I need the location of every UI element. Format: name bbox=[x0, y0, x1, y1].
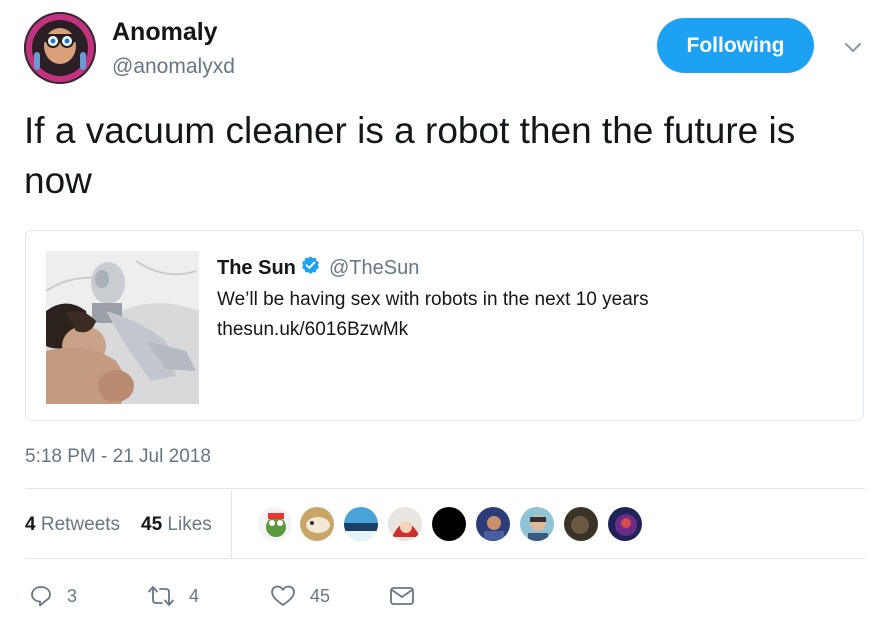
quoted-author-name[interactable]: The Sun bbox=[217, 257, 296, 280]
envelope-icon bbox=[390, 587, 414, 605]
verified-badge-icon bbox=[300, 255, 321, 276]
liker-avatar[interactable] bbox=[431, 506, 467, 542]
quoted-tweet-image bbox=[46, 251, 199, 404]
liker-avatar[interactable] bbox=[563, 506, 599, 542]
retweet-button[interactable]: 4 bbox=[147, 584, 199, 608]
quoted-tweet-card[interactable]: The Sun @TheSun We’ll be having sex with… bbox=[25, 230, 864, 421]
following-button[interactable]: Following bbox=[657, 18, 814, 73]
divider bbox=[25, 488, 865, 489]
liker-avatar[interactable] bbox=[519, 506, 555, 542]
tweet-timestamp[interactable]: 5:18 PM - 21 Jul 2018 bbox=[25, 446, 211, 468]
divider bbox=[25, 558, 865, 559]
quoted-tweet-link[interactable]: thesun.uk/6016BzwMk bbox=[217, 319, 408, 341]
quoted-author-handle[interactable]: @TheSun bbox=[329, 257, 419, 280]
retweets-label: Retweets bbox=[40, 514, 121, 535]
tweet-text: If a vacuum cleaner is a robot then the … bbox=[24, 110, 796, 201]
tweet-stats: 4 Retweets 45 Likes bbox=[25, 490, 865, 558]
likes-count: 45 bbox=[141, 514, 163, 535]
author-name[interactable]: Anomaly bbox=[112, 18, 218, 47]
liker-avatar[interactable] bbox=[387, 506, 423, 542]
liker-avatar[interactable] bbox=[475, 506, 511, 542]
reply-count: 3 bbox=[67, 585, 78, 606]
retweets-count: 4 bbox=[25, 514, 36, 535]
retweets-stat[interactable]: 4 Retweets bbox=[25, 514, 120, 536]
liker-avatar[interactable] bbox=[343, 506, 379, 542]
like-button[interactable]: 45 bbox=[270, 584, 330, 608]
reply-icon bbox=[31, 586, 51, 607]
chevron-down-icon[interactable] bbox=[842, 36, 864, 58]
heart-icon bbox=[271, 585, 295, 606]
retweet-count: 4 bbox=[189, 585, 200, 606]
retweet-icon bbox=[148, 586, 174, 606]
likes-stat[interactable]: 45 Likes bbox=[141, 514, 212, 536]
liker-avatar[interactable] bbox=[607, 506, 643, 542]
likes-label: Likes bbox=[167, 514, 212, 535]
liker-avatar[interactable] bbox=[299, 506, 335, 542]
tweet-header: Anomaly @anomalyxd Following bbox=[24, 12, 864, 88]
author-handle[interactable]: @anomalyxd bbox=[112, 55, 235, 79]
like-count: 45 bbox=[310, 585, 331, 606]
direct-message-button[interactable] bbox=[389, 584, 415, 608]
reply-button[interactable]: 3 bbox=[29, 584, 77, 608]
quoted-tweet-text: We’ll be having sex with robots in the n… bbox=[217, 289, 649, 310]
author-avatar[interactable] bbox=[24, 12, 96, 84]
stats-divider bbox=[231, 490, 232, 558]
liker-avatar[interactable] bbox=[257, 506, 293, 542]
tweet-actions: 3 4 45 bbox=[25, 578, 865, 618]
